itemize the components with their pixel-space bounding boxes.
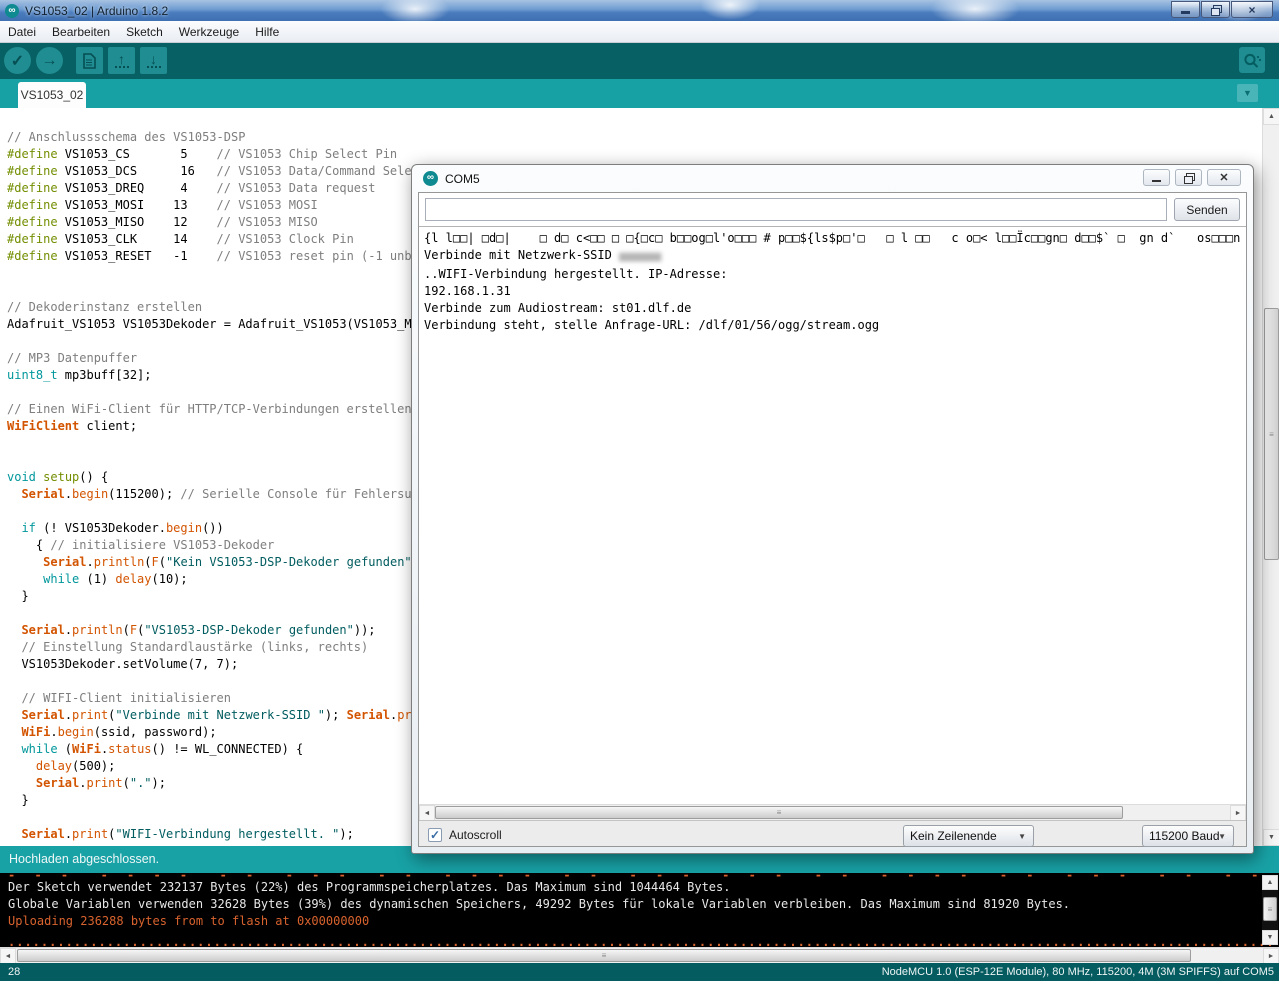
minimize-button[interactable] (1171, 1, 1200, 18)
send-button-label: Senden (1186, 203, 1227, 217)
baud-rate-dropdown[interactable]: 115200 Baud ▼ (1142, 825, 1234, 847)
arduino-logo-icon: ∞ (5, 4, 19, 18)
close-button[interactable]: × (1231, 1, 1273, 18)
tab-list-button[interactable]: ▼ (1237, 84, 1258, 102)
scroll-up-arrow[interactable]: ▲ (1263, 108, 1279, 125)
bottom-hscroll-thumb[interactable]: ≡ (17, 949, 1191, 962)
minimize-icon (1152, 180, 1161, 182)
toolbar: ✓ → ↑ ↓ (0, 43, 1279, 79)
bottom-hscrollbar[interactable]: ◄ ≡ ► (0, 947, 1279, 963)
new-sketch-button[interactable] (76, 47, 103, 74)
send-button[interactable]: Senden (1174, 198, 1240, 221)
editor-vscroll-thumb[interactable]: ≡ (1264, 308, 1279, 560)
restore-button[interactable] (1175, 169, 1202, 186)
close-button[interactable]: ✕ (1207, 169, 1241, 186)
console-vscrollbar[interactable]: ▲ ≡ ▼ (1262, 875, 1278, 945)
wallpaper-cloud (930, 0, 1020, 21)
tabbar: VS1053_02 ▼ (0, 79, 1279, 108)
serial-output-line: {l l□□| □d□| □ d□ c<□□ □ □{□c□ b□□og□l'o… (424, 230, 1241, 247)
serial-monitor-footer: ✓ Autoscroll Kein Zeilenende ▼ 115200 Ba… (419, 820, 1246, 846)
code-line: #define VS1053_CS 5 // VS1053 Chip Selec… (7, 146, 1262, 163)
serial-output-line: ..WIFI-Verbindung hergestellt. IP-Adress… (424, 266, 1241, 283)
menu-item-datei[interactable]: Datei (8, 25, 46, 39)
arrow-up-icon: ↑ (115, 54, 129, 68)
console-line: ........................................… (8, 934, 1271, 947)
arrow-right-icon: → (42, 52, 58, 70)
cursor-line-number: 28 (8, 963, 20, 981)
serial-input[interactable] (425, 198, 1167, 221)
scroll-left-arrow[interactable]: ◄ (0, 948, 16, 964)
scroll-down-arrow[interactable]: ▼ (1262, 930, 1278, 945)
verify-button[interactable]: ✓ (4, 47, 31, 74)
menu-item-werkzeuge[interactable]: Werkzeuge (179, 25, 249, 39)
menu-item-hilfe[interactable]: Hilfe (255, 25, 289, 39)
document-icon (83, 53, 96, 69)
titlebar: ∞ VS1053_02 | Arduino 1.8.2 × (0, 0, 1279, 21)
save-button[interactable]: ↓ (140, 47, 167, 74)
magnifier-icon (1243, 52, 1262, 69)
console-line: Uploading 236288 bytes from to flash at … (8, 913, 1271, 930)
scroll-down-arrow[interactable]: ▼ (1263, 829, 1279, 846)
console-area: - - - - - - - - - - - - - - - - - - - - … (0, 873, 1279, 947)
statusbar: 28 NodeMCU 1.0 (ESP-12E Module), 80 MHz,… (0, 963, 1279, 981)
console-line: Der Sketch verwendet 232137 Bytes (22%) … (8, 879, 1271, 896)
chevron-down-icon: ▼ (1243, 88, 1252, 98)
menu-item-bearbeiten[interactable]: Bearbeiten (52, 25, 120, 39)
restore-icon (1184, 173, 1194, 182)
serial-monitor-title: COM5 (445, 172, 480, 186)
minimize-icon (1181, 11, 1190, 14)
menu-item-sketch[interactable]: Sketch (126, 25, 173, 39)
menubar: Datei Bearbeiten Sketch Werkzeuge Hilfe (0, 21, 1279, 43)
wallpaper-cloud (700, 0, 760, 20)
serial-output-line: Verbindung steht, stelle Anfrage-URL: /d… (424, 317, 1241, 334)
serial-monitor-window: ∞ COM5 ✕ Senden {l l□□| □d□| □ d□ c<□□ □… (411, 164, 1254, 854)
line-ending-value: Kein Zeilenende (910, 829, 997, 843)
tab-vs1053-02[interactable]: VS1053_02 (18, 82, 86, 108)
serial-monitor-body: Senden {l l□□| □d□| □ d□ c<□□ □ □{□c□ b□… (418, 192, 1247, 847)
minimize-button[interactable] (1143, 169, 1170, 186)
check-icon: ✓ (11, 51, 24, 71)
upload-button[interactable]: → (36, 47, 63, 74)
window-title: VS1053_02 | Arduino 1.8.2 (25, 4, 168, 18)
autoscroll-label: Autoscroll (449, 828, 502, 842)
console-vscroll-thumb[interactable]: ≡ (1263, 897, 1277, 921)
tab-label: VS1053_02 (21, 88, 84, 102)
autoscroll-checkbox[interactable]: ✓ (428, 828, 442, 842)
baud-rate-value: 115200 Baud (1149, 829, 1220, 843)
wallpaper-cloud (380, 0, 450, 21)
scroll-right-arrow[interactable]: ► (1263, 948, 1279, 964)
serial-output-line: Verbinde zum Audiostream: st01.dlf.de (424, 300, 1241, 317)
line-ending-dropdown[interactable]: Kein Zeilenende ▼ (903, 825, 1034, 847)
scroll-right-arrow[interactable]: ► (1230, 805, 1246, 821)
chevron-down-icon: ▼ (1218, 832, 1226, 841)
serial-monitor-button[interactable] (1239, 47, 1265, 73)
serial-monitor-titlebar: ∞ COM5 ✕ (412, 165, 1253, 192)
status-message: Hochladen abgeschlossen. (9, 852, 159, 866)
serial-hscrollbar[interactable]: ◄ ≡ ► (419, 804, 1246, 820)
console-line: Globale Variablen verwenden 32628 Bytes … (8, 896, 1271, 913)
chevron-down-icon: ▼ (1018, 832, 1026, 841)
code-line: // Anschlussschema des VS1053-DSP (7, 129, 1262, 146)
editor-vscrollbar[interactable]: ▲ ≡ ▼ (1262, 108, 1279, 846)
arduino-ide-window: ∞ VS1053_02 | Arduino 1.8.2 × Datei Bearb… (0, 0, 1279, 981)
scroll-left-arrow[interactable]: ◄ (419, 805, 435, 821)
board-info: NodeMCU 1.0 (ESP-12E Module), 80 MHz, 11… (882, 963, 1274, 981)
scroll-up-arrow[interactable]: ▲ (1262, 875, 1278, 890)
open-button[interactable]: ↑ (108, 47, 135, 74)
serial-output-line: 192.168.1.31 (424, 283, 1241, 300)
restore-icon (1211, 5, 1221, 14)
restore-button[interactable] (1201, 1, 1230, 18)
arduino-logo-icon: ∞ (423, 171, 438, 186)
serial-hscroll-thumb[interactable]: ≡ (435, 806, 1123, 819)
arrow-down-icon: ↓ (147, 54, 161, 68)
serial-output: {l l□□| □d□| □ d□ c<□□ □ □{□c□ b□□og□l'o… (419, 226, 1246, 804)
serial-output-line: Verbinde mit Netzwerk-SSID ▆▆▆▆▆▆▆ (424, 247, 1241, 265)
